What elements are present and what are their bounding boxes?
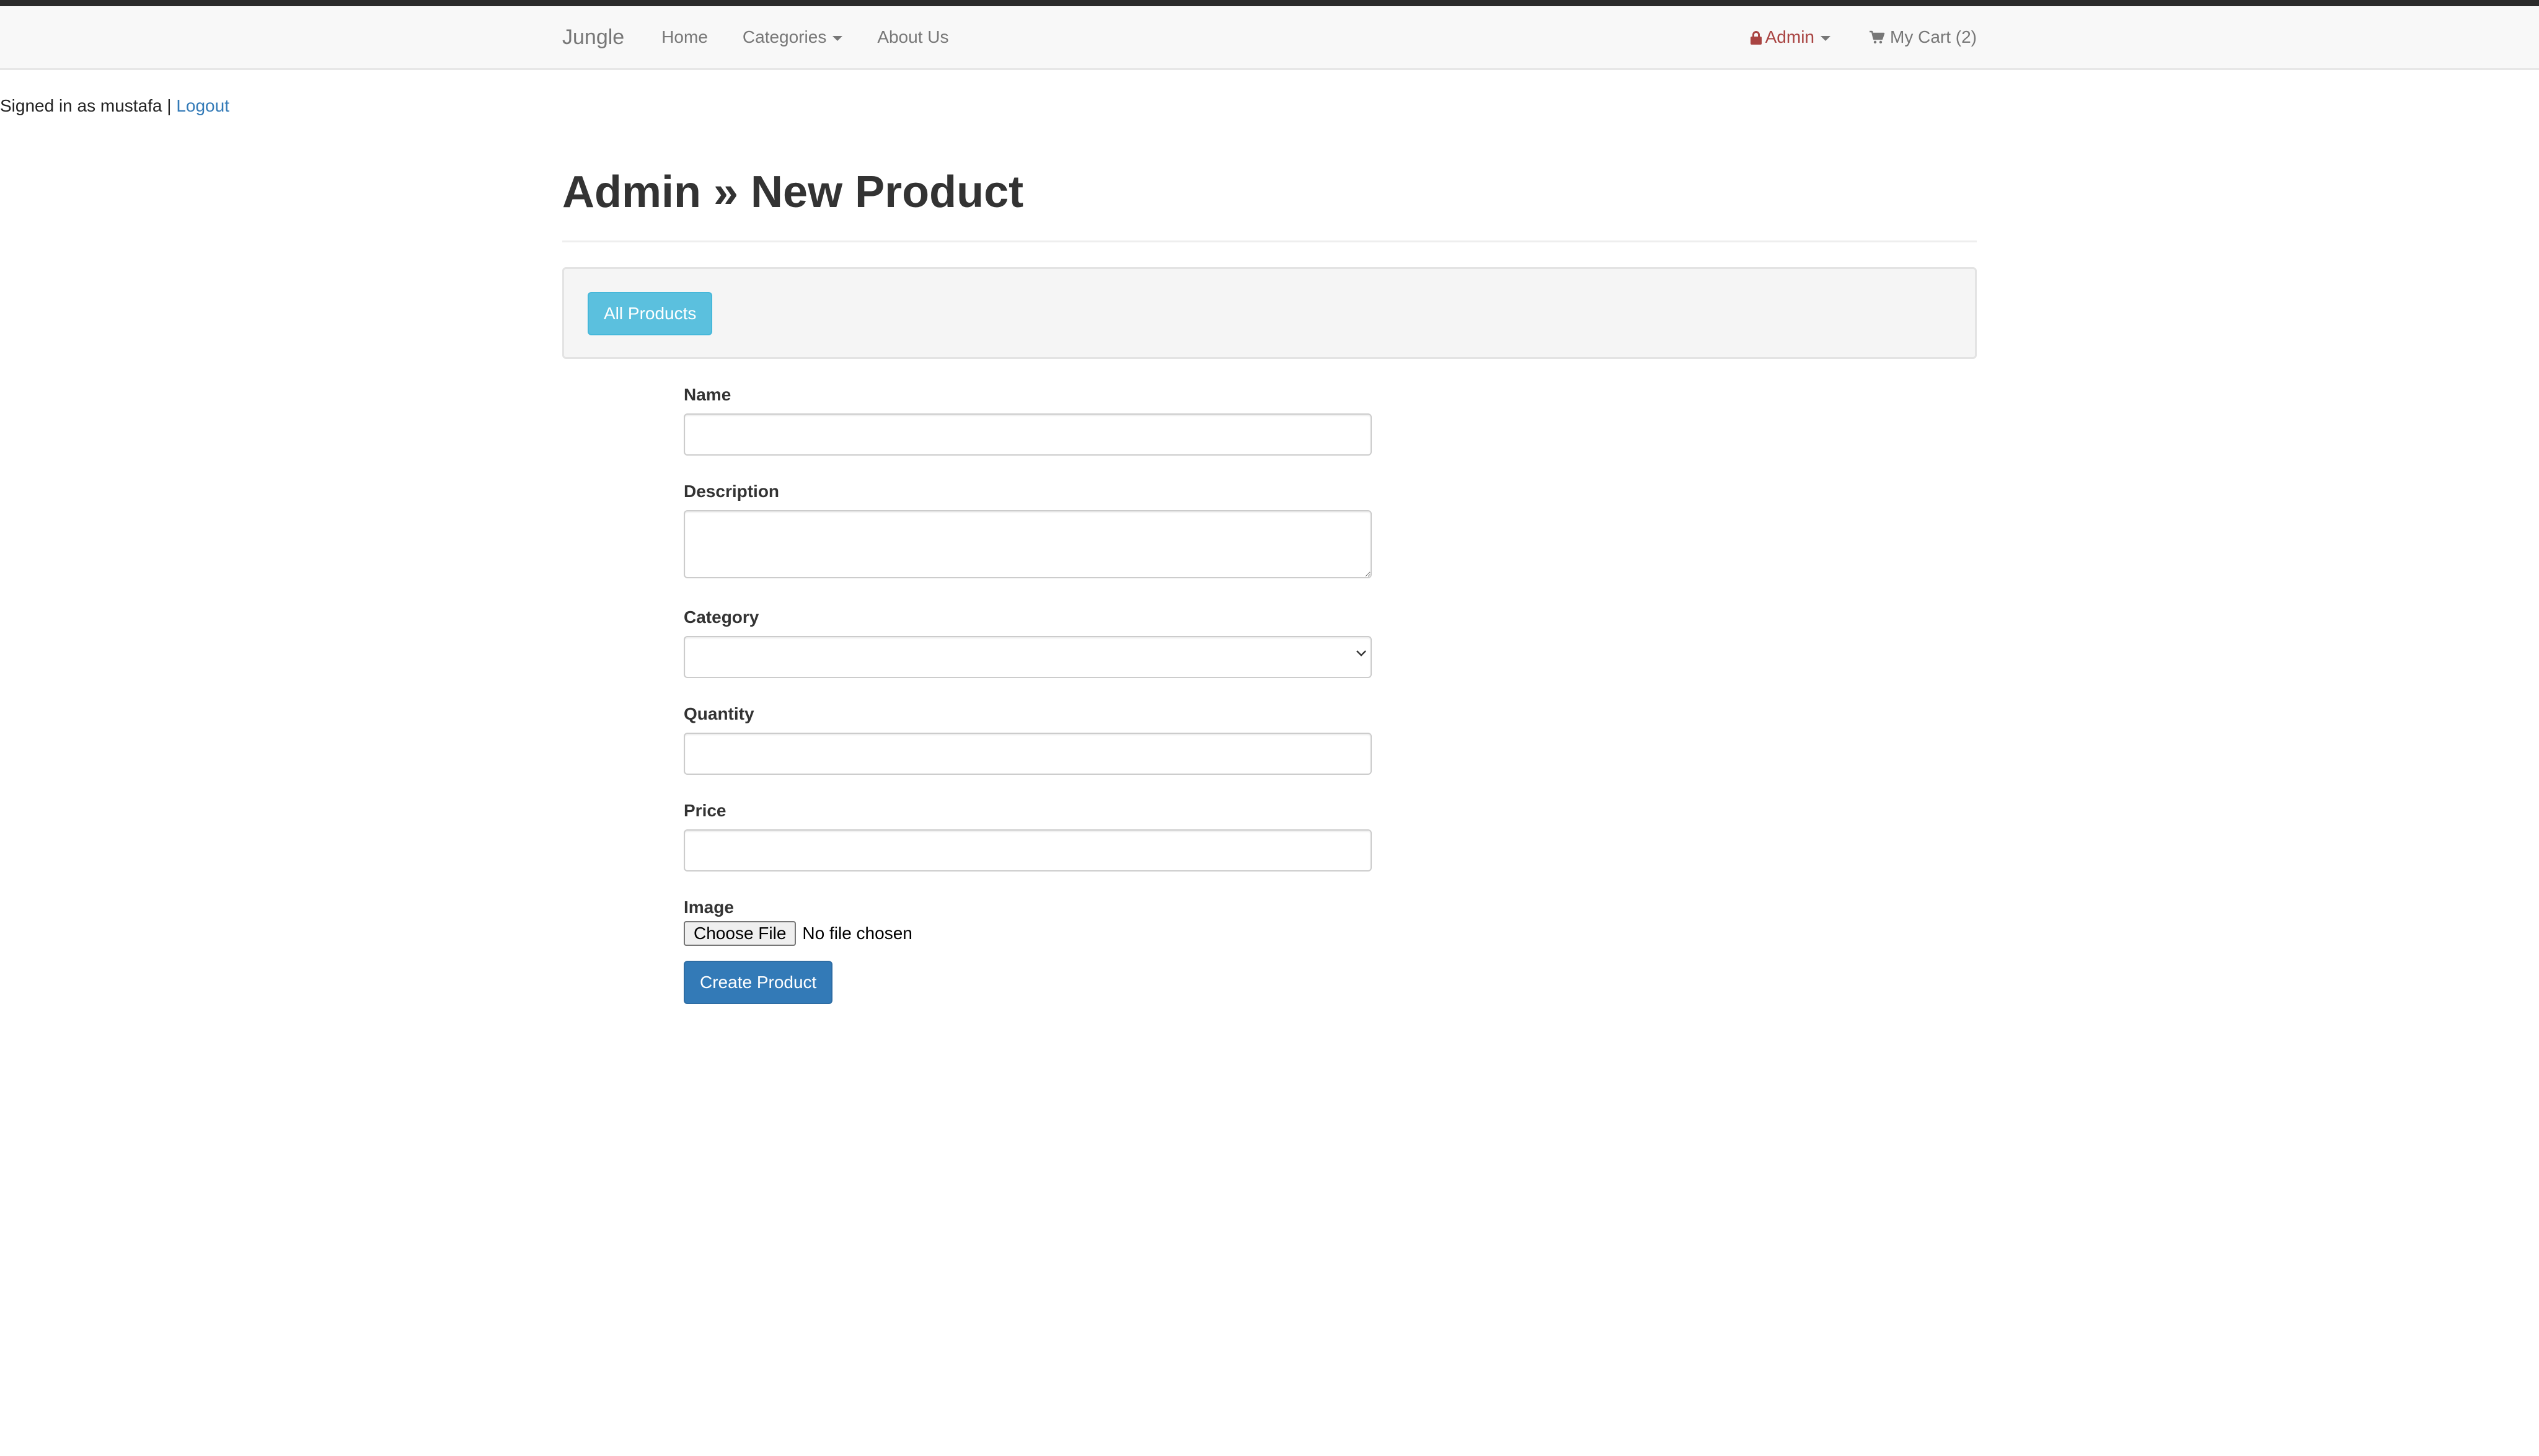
page-title: Admin » New Product	[562, 167, 1024, 217]
new-product-form: Name Description Category Quantity Price…	[684, 384, 1372, 1004]
price-group: Price	[684, 800, 1372, 871]
all-products-button[interactable]: All Products	[588, 292, 713, 335]
navbar: Jungle Home Categories About Us Admin My…	[0, 6, 2539, 70]
quantity-label: Quantity	[684, 704, 754, 723]
name-group: Name	[684, 384, 1372, 456]
description-textarea[interactable]	[684, 510, 1372, 578]
description-label: Description	[684, 482, 780, 501]
nav-categories-label: Categories	[742, 27, 827, 46]
lock-icon	[1750, 31, 1762, 45]
navbar-inner: Jungle Home Categories About Us Admin My…	[562, 6, 1977, 68]
session-info: Signed in as mustafa | Logout	[0, 95, 229, 117]
shopping-cart-icon	[1870, 30, 1885, 44]
create-product-button[interactable]: Create Product	[684, 961, 833, 1004]
choose-file-button[interactable]: Choose File	[684, 921, 797, 946]
admin-label: Admin	[1765, 27, 1814, 46]
top-accent-bar	[0, 0, 2539, 6]
quantity-input[interactable]	[684, 733, 1372, 775]
category-group: Category	[684, 606, 1372, 678]
nav-about-link[interactable]: About Us	[877, 27, 948, 47]
category-select[interactable]	[684, 636, 1372, 678]
logout-link[interactable]: Logout	[176, 96, 229, 115]
caret-down-icon	[1821, 35, 1830, 41]
nav-home-link[interactable]: Home	[661, 27, 708, 47]
image-label: Image	[684, 898, 734, 917]
actions-well: All Products	[562, 267, 1977, 359]
file-status-text: No file chosen	[802, 924, 912, 943]
brand-link[interactable]: Jungle	[562, 25, 624, 50]
nav-categories-dropdown[interactable]: Categories	[742, 27, 843, 47]
image-file-picker: Choose File No file chosen	[684, 921, 1372, 946]
image-group: Image Choose File No file chosen	[684, 896, 1372, 946]
quantity-group: Quantity	[684, 703, 1372, 775]
cart-link[interactable]: My Cart (2)	[1869, 27, 1977, 47]
page-header: Admin » New Product	[562, 162, 1977, 242]
price-label: Price	[684, 801, 726, 820]
navbar-right: Admin My Cart (2)	[1750, 27, 1977, 47]
signed-in-text: Signed in as mustafa |	[0, 96, 172, 115]
admin-dropdown[interactable]: Admin	[1750, 27, 1830, 47]
caret-down-icon	[832, 35, 843, 41]
name-label: Name	[684, 385, 731, 404]
cart-label: My Cart (2)	[1890, 27, 1977, 46]
name-input[interactable]	[684, 413, 1372, 456]
category-label: Category	[684, 607, 759, 627]
price-input[interactable]	[684, 829, 1372, 871]
description-group: Description	[684, 480, 1372, 581]
category-select-wrap	[684, 636, 1372, 678]
main-container: Admin » New Product All Products Name De…	[562, 162, 1977, 1004]
